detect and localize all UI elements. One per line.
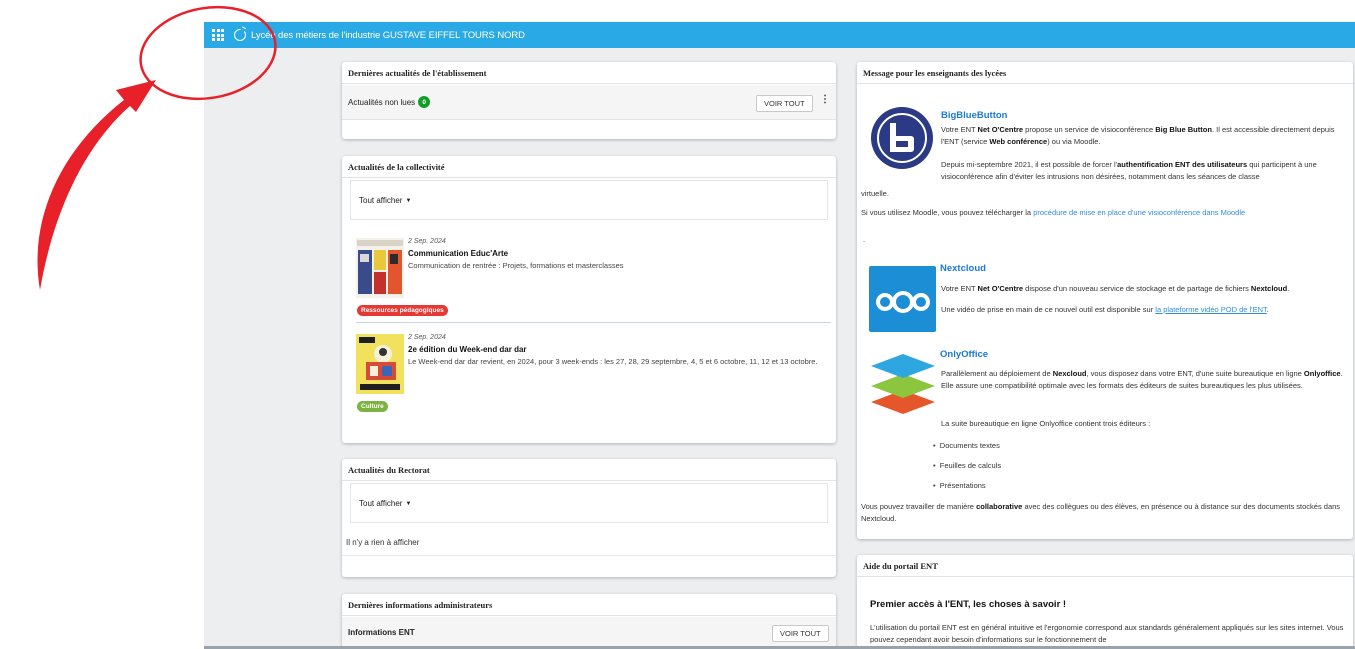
- caret-down-icon: ▼: [405, 500, 412, 507]
- card-title: Aide du portail ENT: [857, 555, 1353, 577]
- news-title[interactable]: Communication Educ'Arte: [408, 249, 508, 258]
- bigbluebutton-paragraph: Depuis mi-septembre 2021, il est possibl…: [941, 160, 1317, 181]
- help-text: L'utilisation du portail ENT est en géné…: [870, 623, 1344, 644]
- bigbluebutton-title[interactable]: BigBlueButton: [941, 110, 1008, 121]
- news-date: 2 Sep. 2024: [408, 334, 446, 341]
- help-heading: Premier accès à l'ENT, les choses à savo…: [870, 599, 1067, 610]
- nextcloud-logo-icon: [869, 266, 936, 332]
- card-actualites-rectorat: Actualités du Rectorat Tout afficher ▼ I…: [342, 459, 836, 577]
- divider: [342, 555, 836, 556]
- card-title: Dernières informations administrateurs: [342, 594, 836, 616]
- bullet-item: • Présentations: [933, 481, 986, 490]
- news-thumbnail-image: [356, 334, 404, 394]
- filter-box: Tout afficher ▼: [350, 180, 828, 220]
- unread-label-group: Actualités non lues 0: [348, 96, 431, 108]
- divider: [356, 322, 831, 323]
- empty-state-text: Il n'y a rien à afficher: [346, 538, 420, 547]
- more-options-icon[interactable]: ⋮: [820, 94, 830, 105]
- bigbluebutton-logo-icon: [871, 107, 933, 169]
- bullet-item: • Documents textes: [933, 441, 1000, 450]
- nextcloud-video-paragraph: Une vidéo de prise en main de ce nouvel …: [941, 305, 1269, 314]
- news-thumbnail-image: [356, 238, 404, 298]
- category-tag[interactable]: Ressources pédagogiques: [357, 305, 448, 316]
- category-tag[interactable]: Culture: [357, 401, 388, 412]
- news-item[interactable]: 2 Sep. 2024 Communication Educ'Arte Comm…: [356, 238, 831, 322]
- bigbluebutton-moodle-paragraph: Si vous utilisez Moodle, vous pouvez tél…: [861, 208, 1246, 217]
- onlyoffice-title[interactable]: OnlyOffice: [940, 349, 988, 360]
- card-title: Actualités du Rectorat: [342, 459, 836, 481]
- card-title: Actualités de la collectivité: [342, 156, 836, 178]
- voir-tout-button[interactable]: VOIR TOUT: [772, 625, 829, 642]
- nextcloud-title[interactable]: Nextcloud: [940, 263, 986, 274]
- filter-label: Tout afficher: [359, 499, 403, 508]
- bigbluebutton-paragraph-tail: virtuelle.: [861, 189, 889, 198]
- filter-dropdown[interactable]: Tout afficher ▼: [359, 499, 411, 508]
- card-title: Dernières actualités de l'établissement: [342, 62, 836, 84]
- pod-video-link[interactable]: la plateforme vidéo POD de l'ENT: [1155, 305, 1266, 314]
- site-title[interactable]: Lycée des métiers de l'industrie GUSTAVE…: [251, 30, 525, 41]
- ent-logo-icon[interactable]: [234, 29, 246, 41]
- card-actualites-collectivite: Actualités de la collectivité Tout affic…: [342, 156, 836, 443]
- filter-label: Tout afficher: [359, 196, 403, 205]
- news-item[interactable]: 2 Sep. 2024 2e édition du Week-end dar d…: [356, 334, 831, 418]
- separator-dot: .: [863, 235, 866, 244]
- news-description: Communication de rentrée : Projets, form…: [408, 261, 624, 270]
- bullet-item: • Feuilles de calculs: [933, 461, 1002, 470]
- news-description: Le Week-end dar dar revient, en 2024, po…: [408, 357, 818, 366]
- info-row: Informations ENT VOIR TOUT: [342, 617, 836, 649]
- card-aide-portail: Aide du portail ENT Premier accès à l'EN…: [857, 555, 1353, 649]
- onlyoffice-logo-icon: [871, 354, 935, 414]
- unread-row: Actualités non lues 0 VOIR TOUT ⋮: [342, 85, 836, 120]
- bigbluebutton-paragraph: Votre ENT Net O'Centre propose un servic…: [941, 125, 1335, 146]
- annotation-arrow: [37, 80, 156, 290]
- news-date: 2 Sep. 2024: [408, 238, 446, 245]
- unread-count-badge: 0: [418, 96, 431, 108]
- apps-grid-icon[interactable]: [212, 29, 224, 41]
- card-message-enseignants: Message pour les enseignants des lycées …: [857, 62, 1353, 539]
- onlyoffice-editors-intro: La suite bureautique en ligne Onlyoffice…: [941, 419, 1151, 428]
- top-app-bar: Lycée des métiers de l'industrie GUSTAVE…: [204, 22, 1355, 48]
- filter-box: Tout afficher ▼: [350, 483, 828, 523]
- news-title[interactable]: 2e édition du Week-end dar dar: [408, 345, 527, 354]
- card-actualites-etablissement: Dernières actualités de l'établissement …: [342, 62, 836, 139]
- filter-dropdown[interactable]: Tout afficher ▼: [359, 196, 411, 205]
- nextcloud-paragraph: Votre ENT Net O'Centre dispose d'un nouv…: [941, 284, 1290, 293]
- card-infos-administrateurs: Dernières informations administrateurs I…: [342, 594, 836, 649]
- caret-down-icon: ▼: [405, 197, 412, 204]
- card-title: Message pour les enseignants des lycées: [857, 62, 1353, 84]
- onlyoffice-paragraph: Parallèlement au déploiement de Nexcloud…: [941, 369, 1343, 390]
- voir-tout-button[interactable]: VOIR TOUT: [756, 95, 813, 112]
- info-row-label: Informations ENT: [348, 628, 415, 637]
- unread-label: Actualités non lues: [348, 97, 416, 107]
- moodle-procedure-link[interactable]: procédure de mise en place d'une visioco…: [1033, 208, 1245, 217]
- onlyoffice-collaboration-paragraph: Vous pouvez travailler de manière collab…: [861, 502, 1341, 523]
